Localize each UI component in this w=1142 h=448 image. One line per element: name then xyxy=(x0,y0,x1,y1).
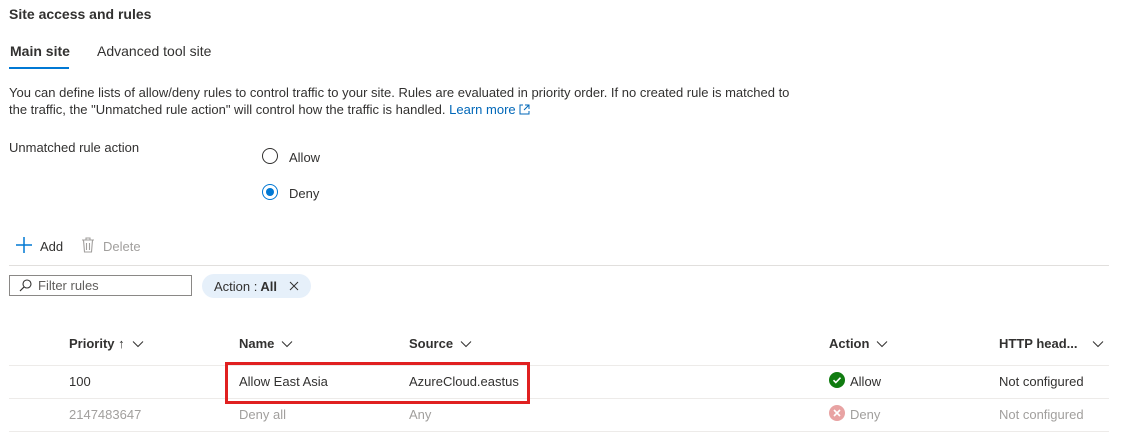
header-http-headers[interactable]: HTTP head... xyxy=(999,336,1104,351)
search-icon xyxy=(19,279,32,292)
row2-action: Deny xyxy=(829,405,880,424)
highlight-box xyxy=(225,362,530,404)
pill-value: All xyxy=(260,278,277,294)
chevron-down-icon xyxy=(1092,336,1104,351)
description-text: You can define lists of allow/deny rules… xyxy=(9,85,790,117)
radio-allow[interactable]: Allow xyxy=(262,146,320,165)
row2-http: Not configured xyxy=(999,407,1084,422)
header-name[interactable]: Name xyxy=(239,336,293,351)
row2-source: Any xyxy=(409,407,432,422)
row-divider xyxy=(9,398,1109,399)
header-source-label: Source xyxy=(409,336,454,351)
row1-action: Allow xyxy=(829,372,881,391)
header-priority-label: Priority ↑ xyxy=(69,336,125,351)
description: You can define lists of allow/deny rules… xyxy=(9,84,809,119)
filter-rules-box[interactable] xyxy=(9,275,192,296)
toolbar-divider xyxy=(9,265,1109,266)
section-title: Site access and rules xyxy=(9,6,152,22)
header-action-label: Action xyxy=(829,336,870,351)
tab-advanced-tool-site[interactable]: Advanced tool site xyxy=(97,43,211,59)
filter-rules-input[interactable] xyxy=(38,278,178,293)
chevron-down-icon xyxy=(460,336,472,351)
plus-icon xyxy=(15,236,33,257)
row1-priority: 100 xyxy=(69,374,91,389)
radio-deny-label: Deny xyxy=(289,186,320,201)
pill-prefix: Action : xyxy=(214,278,258,294)
add-button[interactable]: Add xyxy=(15,236,63,257)
header-action[interactable]: Action xyxy=(829,336,888,351)
row-divider xyxy=(9,431,1109,432)
header-source[interactable]: Source xyxy=(409,336,472,351)
learn-more-label: Learn more xyxy=(449,102,516,117)
header-http-label: HTTP head... xyxy=(999,336,1078,351)
chevron-down-icon xyxy=(281,336,293,351)
header-divider xyxy=(9,365,1109,366)
error-circle-icon xyxy=(829,405,845,424)
chevron-down-icon xyxy=(132,336,144,351)
delete-label: Delete xyxy=(103,239,141,254)
tab-selected-indicator xyxy=(9,67,69,69)
add-label: Add xyxy=(40,239,64,254)
row2-priority: 2147483647 xyxy=(69,407,142,422)
trash-icon xyxy=(80,236,96,257)
header-name-label: Name xyxy=(239,336,275,351)
external-link-icon xyxy=(519,102,530,119)
check-circle-icon xyxy=(829,372,845,391)
row2-action-label: Deny xyxy=(850,407,881,422)
action-filter-pill[interactable]: Action : All xyxy=(202,274,311,298)
radio-deny-circle[interactable] xyxy=(262,183,278,200)
header-priority[interactable]: Priority ↑ xyxy=(69,336,144,351)
row1-http: Not configured xyxy=(999,374,1084,389)
row2-name: Deny all xyxy=(239,407,286,422)
radio-allow-circle[interactable] xyxy=(262,147,278,164)
unmatched-rule-action-label: Unmatched rule action xyxy=(9,140,140,155)
radio-allow-label: Allow xyxy=(289,150,321,165)
row1-action-label: Allow xyxy=(850,374,882,389)
tab-main-site[interactable]: Main site xyxy=(10,43,70,59)
radio-deny[interactable]: Deny xyxy=(262,182,319,201)
learn-more-link[interactable]: Learn more xyxy=(449,102,530,119)
delete-button[interactable]: Delete xyxy=(80,236,141,257)
chevron-down-icon xyxy=(876,336,888,351)
close-icon[interactable] xyxy=(289,279,299,294)
